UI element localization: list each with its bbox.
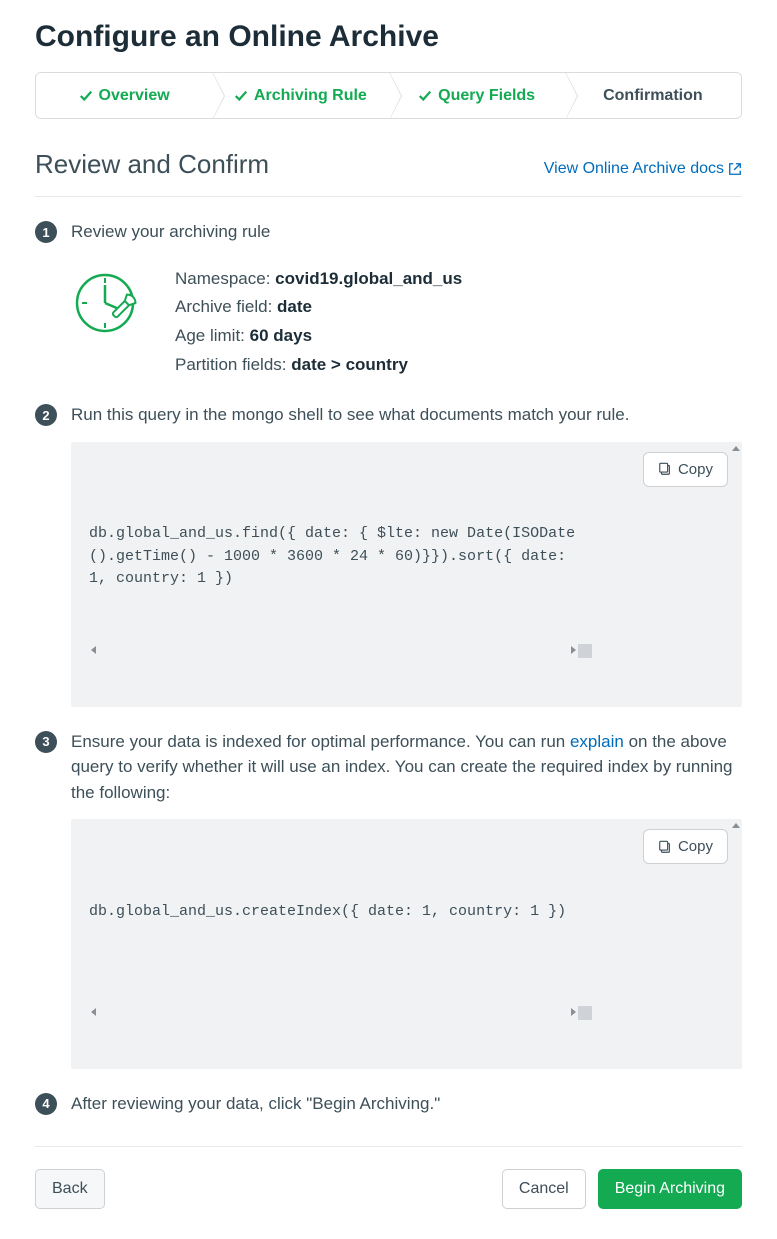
- section-heading: Review and Confirm: [35, 149, 269, 180]
- review-step-1: 1 Review your archiving rule: [35, 219, 742, 380]
- clock-wrench-icon: [73, 269, 147, 351]
- step-overview[interactable]: Overview: [36, 73, 212, 118]
- step-3-text: Ensure your data is indexed for optimal …: [71, 729, 742, 806]
- wizard-steps: Overview Archiving Rule Query Fields Con…: [35, 72, 742, 119]
- scroll-up-icon: [732, 446, 740, 451]
- footer: Back Cancel Begin Archiving: [35, 1146, 742, 1209]
- copy-label: Copy: [678, 838, 713, 855]
- review-step-2: 2 Run this query in the mongo shell to s…: [35, 402, 742, 707]
- step-2-text: Run this query in the mongo shell to see…: [71, 402, 742, 428]
- archive-field-label: Archive field:: [175, 297, 277, 316]
- copy-icon: [658, 462, 672, 476]
- partition-value: date > country: [291, 355, 408, 374]
- copy-icon: [658, 840, 672, 854]
- copy-button[interactable]: Copy: [643, 829, 728, 864]
- age-limit-value: 60 days: [250, 326, 312, 345]
- step-archiving-rule[interactable]: Archiving Rule: [212, 73, 388, 118]
- external-link-icon: [728, 162, 742, 176]
- query-code-block[interactable]: db.global_and_us.find({ date: { $lte: ne…: [71, 442, 742, 707]
- check-icon: [418, 89, 432, 103]
- horizontal-scrollbar[interactable]: [89, 644, 592, 658]
- check-icon: [79, 89, 93, 103]
- copy-button[interactable]: Copy: [643, 452, 728, 487]
- step-query-fields[interactable]: Query Fields: [389, 73, 565, 118]
- step-number-badge: 1: [35, 221, 57, 243]
- step-number-badge: 3: [35, 731, 57, 753]
- cancel-button[interactable]: Cancel: [502, 1169, 586, 1209]
- review-step-3: 3 Ensure your data is indexed for optima…: [35, 729, 742, 1069]
- namespace-label: Namespace:: [175, 269, 275, 288]
- index-code: db.global_and_us.createIndex({ date: 1, …: [89, 901, 592, 953]
- begin-archiving-button[interactable]: Begin Archiving: [598, 1169, 742, 1209]
- step-label: Overview: [99, 87, 170, 105]
- step-label: Archiving Rule: [254, 87, 367, 105]
- namespace-value: covid19.global_and_us: [275, 269, 462, 288]
- explain-link[interactable]: explain: [570, 732, 624, 751]
- step-number-badge: 2: [35, 404, 57, 426]
- docs-link[interactable]: View Online Archive docs: [544, 160, 742, 178]
- age-limit-label: Age limit:: [175, 326, 250, 345]
- section-header: Review and Confirm View Online Archive d…: [35, 149, 742, 197]
- step-confirmation[interactable]: Confirmation: [565, 73, 741, 118]
- check-icon: [234, 89, 248, 103]
- query-code: db.global_and_us.find({ date: { $lte: ne…: [89, 523, 592, 591]
- index-code-block[interactable]: db.global_and_us.createIndex({ date: 1, …: [71, 819, 742, 1069]
- step-label: Query Fields: [438, 87, 535, 105]
- step-4-text: After reviewing your data, click "Begin …: [71, 1091, 742, 1117]
- scroll-up-icon: [732, 823, 740, 828]
- rule-details: Namespace: covid19.global_and_us Archive…: [175, 265, 462, 381]
- back-button[interactable]: Back: [35, 1169, 105, 1209]
- review-step-4: 4 After reviewing your data, click "Begi…: [35, 1091, 742, 1117]
- step-label: Confirmation: [603, 87, 703, 105]
- partition-label: Partition fields:: [175, 355, 291, 374]
- step-1-text: Review your archiving rule: [71, 219, 742, 245]
- horizontal-scrollbar[interactable]: [89, 1006, 592, 1020]
- archive-field-value: date: [277, 297, 312, 316]
- docs-link-label: View Online Archive docs: [544, 160, 724, 178]
- copy-label: Copy: [678, 461, 713, 478]
- step-number-badge: 4: [35, 1093, 57, 1115]
- page-title: Configure an Online Archive: [35, 20, 742, 54]
